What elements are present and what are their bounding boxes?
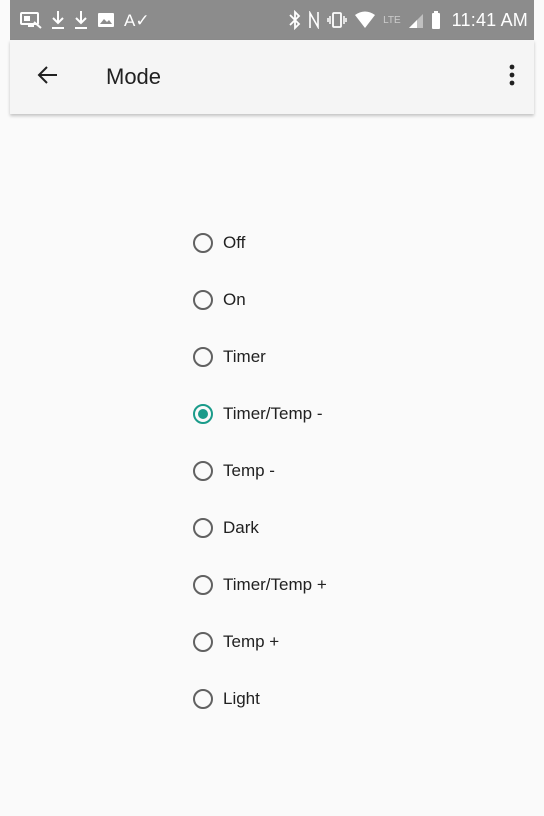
battery-icon	[431, 10, 441, 30]
status-bar-system: LTE 11:41 AM	[289, 10, 528, 31]
radio-option-timer-temp-minus[interactable]: Timer/Temp -	[190, 385, 327, 442]
radio-label: On	[223, 289, 246, 309]
back-button[interactable]	[20, 49, 76, 105]
mode-radio-group: Off On Timer Timer/Temp - Temp - Dark Ti…	[190, 214, 327, 727]
radio-label: Temp +	[223, 631, 280, 651]
radio-option-light[interactable]: Light	[190, 670, 327, 727]
radio-option-off[interactable]: Off	[190, 214, 327, 271]
status-time: 11:41 AM	[451, 9, 528, 30]
radio-label: Timer/Temp -	[223, 403, 323, 423]
screen-cast-icon	[20, 11, 42, 29]
radio-label: Dark	[223, 517, 259, 537]
more-vert-icon	[509, 64, 515, 91]
radio-button[interactable]	[193, 346, 213, 367]
app-bar: Mode	[10, 40, 534, 114]
radio-option-dark[interactable]: Dark	[190, 499, 327, 556]
arrow-back-icon	[37, 64, 59, 91]
nfc-icon	[308, 11, 320, 29]
bluetooth-icon	[289, 10, 301, 30]
radio-option-timer-temp-plus[interactable]: Timer/Temp +	[190, 556, 327, 613]
vibrate-icon	[327, 11, 347, 29]
radio-button[interactable]	[193, 460, 213, 481]
radio-option-timer[interactable]: Timer	[190, 328, 327, 385]
radio-label: Light	[223, 688, 260, 708]
radio-button[interactable]	[193, 574, 213, 595]
radio-button[interactable]	[193, 403, 213, 424]
radio-label: Timer	[223, 346, 266, 366]
radio-label: Off	[223, 232, 246, 252]
radio-button[interactable]	[193, 232, 213, 253]
status-bar-notifications: A✓	[20, 10, 150, 30]
radio-label: Timer/Temp +	[223, 574, 327, 594]
radio-button[interactable]	[193, 289, 213, 310]
radio-button[interactable]	[193, 631, 213, 652]
lte-label: LTE	[383, 14, 401, 26]
download-icon	[51, 10, 65, 30]
radio-button[interactable]	[193, 517, 213, 538]
radio-button[interactable]	[193, 688, 213, 709]
overflow-menu-button[interactable]	[492, 49, 532, 105]
wifi-icon	[354, 11, 376, 29]
download-icon	[74, 10, 88, 30]
radio-option-temp-plus[interactable]: Temp +	[190, 613, 327, 670]
radio-option-temp-minus[interactable]: Temp -	[190, 442, 327, 499]
signal-icon	[408, 11, 424, 29]
radio-label: Temp -	[223, 460, 275, 480]
spellcheck-icon: A✓	[124, 10, 150, 30]
page-title: Mode	[106, 64, 162, 89]
image-icon	[97, 11, 115, 29]
radio-option-on[interactable]: On	[190, 271, 327, 328]
status-bar: A✓ LTE 11:41 AM	[10, 0, 534, 40]
